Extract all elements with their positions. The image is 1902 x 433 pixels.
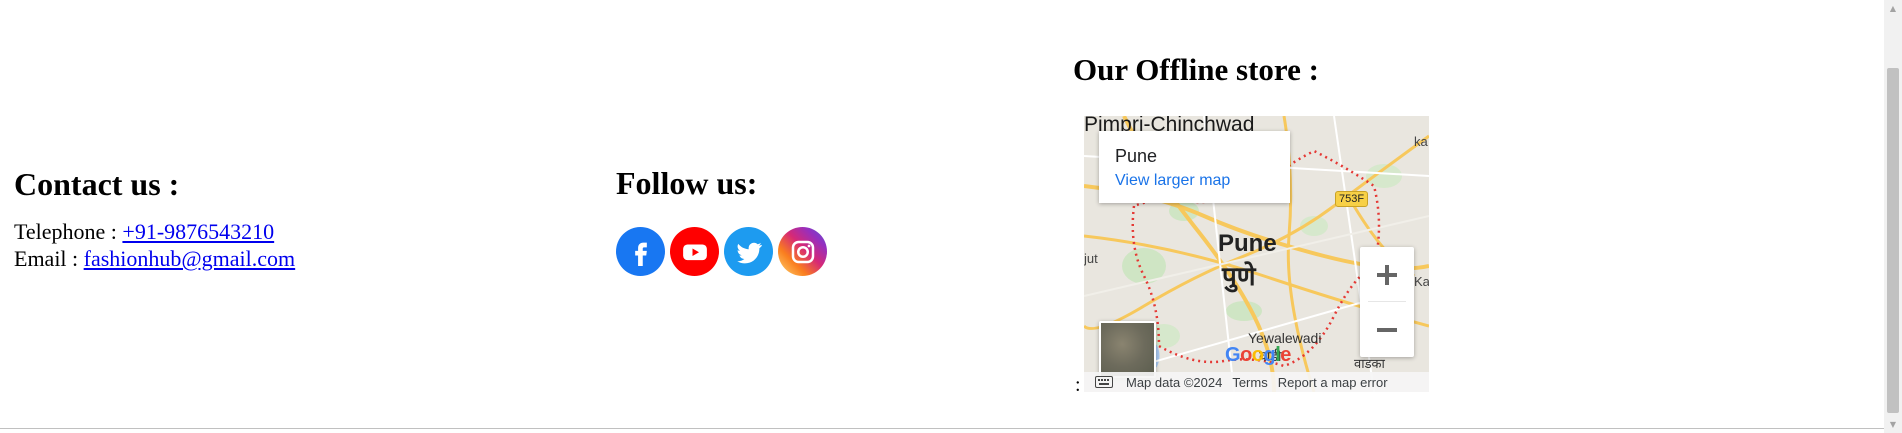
contact-section: Contact us : Telephone : +91-9876543210 … — [14, 164, 574, 272]
plus-icon — [1377, 264, 1397, 285]
social-links — [616, 227, 976, 276]
email-link[interactable]: fashionhub@gmail.com — [84, 246, 296, 271]
report-map-error-link[interactable]: Report a map error — [1278, 375, 1388, 390]
keyboard-shortcuts-button[interactable] — [1092, 372, 1116, 392]
facebook-icon — [634, 242, 647, 266]
store-colon: : — [1075, 374, 1081, 396]
google-logo-letter: o — [1240, 344, 1252, 366]
embedded-map[interactable]: Pimpri-Chinchwad ka Pune पुणे jut Kal Ye… — [1084, 116, 1429, 392]
youtube-icon — [682, 244, 707, 260]
zoom-out-button[interactable] — [1360, 302, 1414, 357]
keyboard-icon — [1095, 376, 1113, 388]
google-logo-letter: g — [1263, 344, 1276, 366]
satellite-toggle[interactable] — [1099, 321, 1156, 378]
contact-title: Contact us : — [14, 166, 180, 202]
map-label-pune: Pune — [1218, 230, 1277, 257]
instagram-button[interactable] — [778, 227, 827, 276]
map-label-ka: ka — [1414, 134, 1428, 149]
minus-icon — [1377, 327, 1397, 332]
google-logo-letter: o — [1251, 344, 1264, 366]
page-scrollbar[interactable]: ▲ ▼ — [1884, 0, 1902, 433]
map-data-attribution: Map data ©2024 — [1126, 374, 1223, 390]
store-title: Our Offline store : — [1073, 52, 1319, 87]
map-label-jut: jut — [1084, 251, 1098, 266]
follow-section: Follow us: — [616, 163, 976, 276]
terms-link[interactable]: Terms — [1232, 375, 1267, 390]
bottom-divider — [0, 428, 1884, 429]
telephone-line: Telephone : +91-9876543210 — [14, 218, 574, 245]
map-place-name: Pune — [1115, 146, 1158, 166]
youtube-button[interactable] — [670, 227, 719, 276]
scroll-up-icon[interactable]: ▲ — [1884, 0, 1902, 17]
google-logo-letter: G — [1225, 344, 1241, 366]
zoom-in-button[interactable] — [1360, 247, 1414, 302]
email-line: Email : fashionhub@gmail.com — [14, 245, 574, 272]
page: Contact us : Telephone : +91-9876543210 … — [0, 0, 1902, 433]
email-label: Email : — [14, 246, 84, 271]
view-larger-map-link[interactable]: View larger map — [1115, 172, 1230, 190]
twitter-button[interactable] — [724, 227, 773, 276]
store-section: Our Offline store : — [1073, 50, 1473, 90]
facebook-button[interactable] — [616, 227, 665, 276]
google-logo-letter: e — [1280, 344, 1291, 366]
route-badge: 753F — [1335, 191, 1369, 207]
instagram-icon — [791, 240, 814, 263]
scroll-down-icon[interactable]: ▼ — [1884, 416, 1902, 433]
map-label-pune-devanagari: पुणे — [1222, 261, 1256, 291]
contact-details: Telephone : +91-9876543210 Email : fashi… — [14, 218, 574, 272]
map-label-kal: Kal — [1414, 274, 1429, 289]
telephone-link[interactable]: +91-9876543210 — [122, 219, 274, 244]
telephone-label: Telephone : — [14, 219, 123, 244]
follow-title: Follow us: — [616, 165, 758, 201]
scroll-thumb[interactable] — [1887, 68, 1899, 413]
map-info-card: Pune View larger map — [1099, 131, 1290, 203]
google-logo: Google — [1225, 344, 1291, 367]
zoom-control — [1360, 247, 1414, 357]
twitter-icon — [736, 242, 762, 263]
map-footer: Map data ©2024 Terms Report a map error — [1084, 372, 1429, 392]
